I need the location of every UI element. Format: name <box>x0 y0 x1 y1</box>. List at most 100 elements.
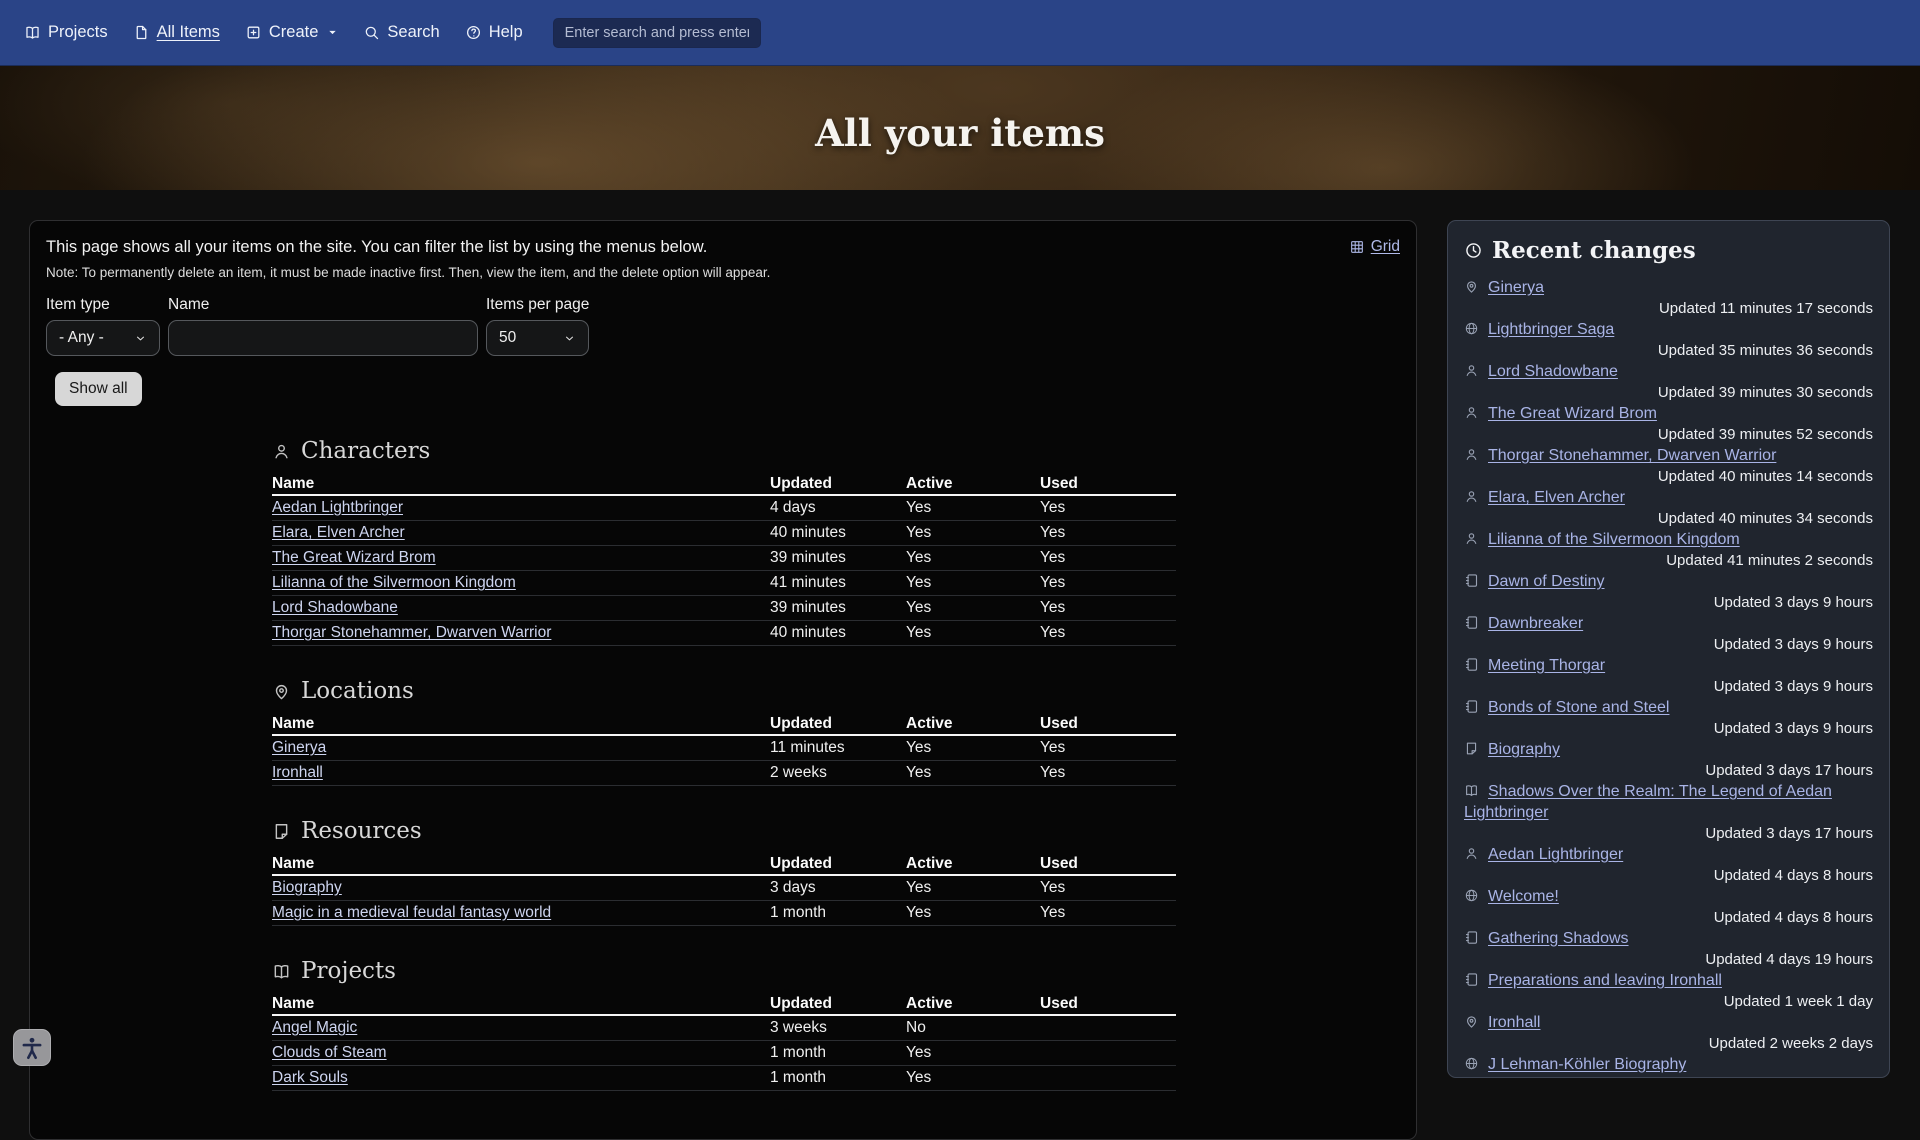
recent-change-item: Welcome!Updated 4 days 8 hours <box>1464 886 1873 928</box>
person-icon <box>1464 447 1479 462</box>
recent-change-link[interactable]: Ginerya <box>1488 279 1544 296</box>
name-filter-input[interactable] <box>168 320 478 356</box>
updated-cell: 2 weeks <box>770 764 906 782</box>
recent-change-item: The Great Wizard Brom Updated 39 minutes … <box>1464 403 1873 445</box>
recent-change-link[interactable]: J Lehman-Köhler Biography <box>1488 1056 1686 1073</box>
used-cell: Yes <box>1040 624 1176 642</box>
recent-change-link[interactable]: Meeting Thorgar <box>1488 657 1605 674</box>
recent-change-updated: Updated 39 minutes 52 seconds <box>1464 424 1873 445</box>
column-header: Updated <box>770 995 906 1013</box>
nav-item-help[interactable]: Help <box>465 23 523 42</box>
active-cell: No <box>906 1019 1040 1037</box>
recent-change-name: Thorgar Stonehammer, Dwarven Warrior <box>1464 445 1873 466</box>
item-link[interactable]: The Great Wizard Brom <box>272 549 436 566</box>
recent-change-link[interactable]: Bonds of Stone and Steel <box>1488 699 1669 716</box>
nav-item-label: Create <box>269 23 319 42</box>
recent-change-link[interactable]: The Great Wizard Brom <box>1488 405 1657 422</box>
item-link[interactable]: Lilianna of the Silvermoon Kingdom <box>272 574 516 591</box>
item-name-cell: Thorgar Stonehammer, Dwarven Warrior <box>272 624 770 642</box>
recent-change-name: Bonds of Stone and Steel <box>1464 697 1873 718</box>
recent-change-link[interactable]: Aedan Lightbringer <box>1488 846 1623 863</box>
active-cell: Yes <box>906 524 1040 542</box>
nav-item-projects[interactable]: Projects <box>24 23 108 42</box>
recent-change-name: Lord Shadowbane <box>1464 361 1873 382</box>
nav-item-label: Help <box>489 23 523 42</box>
nav-item-all-items[interactable]: All Items <box>133 23 220 42</box>
section-title: Projects <box>301 958 396 984</box>
recent-change-link[interactable]: Dawnbreaker <box>1488 615 1583 632</box>
table-row: Aedan Lightbringer4 daysYesYes <box>272 496 1176 521</box>
item-link[interactable]: Magic in a medieval feudal fantasy world <box>272 904 551 921</box>
recent-change-item: Shadows Over the Realm: The Legend of Ae… <box>1464 781 1873 844</box>
item-link[interactable]: Dark Souls <box>272 1069 348 1086</box>
item-link[interactable]: Clouds of Steam <box>272 1044 387 1061</box>
recent-change-item: Aedan LightbringerUpdated 4 days 8 hours <box>1464 844 1873 886</box>
recent-change-updated: Updated 4 days 19 hours <box>1464 949 1873 970</box>
recent-change-item: Elara, Elven ArcherUpdated 40 minutes 34… <box>1464 487 1873 529</box>
item-link[interactable]: Biography <box>272 879 342 896</box>
item-link[interactable]: Ironhall <box>272 764 323 781</box>
column-header: Active <box>906 855 1040 873</box>
caret-down-icon <box>327 27 338 38</box>
item-link[interactable]: Aedan Lightbringer <box>272 499 403 516</box>
recent-change-link[interactable]: Gathering Shadows <box>1488 930 1629 947</box>
item-link[interactable]: Lord Shadowbane <box>272 599 398 616</box>
used-cell: Yes <box>1040 599 1176 617</box>
recent-change-item: J Lehman-Köhler Biography <box>1464 1054 1873 1075</box>
item-link[interactable]: Elara, Elven Archer <box>272 524 405 541</box>
globe-icon <box>1464 888 1479 903</box>
recent-change-link[interactable]: Lightbringer Saga <box>1488 321 1614 338</box>
column-header: Used <box>1040 995 1176 1013</box>
section-title: Locations <box>301 678 414 704</box>
recent-change-link[interactable]: Ironhall <box>1488 1014 1540 1031</box>
nav-item-search[interactable]: Search <box>363 23 439 42</box>
grid-view-link[interactable]: Grid <box>1349 238 1400 256</box>
recent-change-link[interactable]: Elara, Elven Archer <box>1488 489 1625 506</box>
item-link[interactable]: Thorgar Stonehammer, Dwarven Warrior <box>272 624 551 641</box>
nav-item-create[interactable]: Create <box>245 23 339 42</box>
recent-change-link[interactable]: Lilianna of the Silvermoon Kingdom <box>1488 531 1740 548</box>
recent-change-name: Welcome! <box>1464 886 1873 907</box>
active-cell: Yes <box>906 764 1040 782</box>
section-title: Resources <box>301 818 422 844</box>
item-type-label: Item type <box>46 296 160 314</box>
used-cell: Yes <box>1040 524 1176 542</box>
map-pin-icon <box>1464 1014 1479 1029</box>
active-cell: Yes <box>906 599 1040 617</box>
recent-change-link[interactable]: Shadows Over the Realm: The Legend of Ae… <box>1464 783 1832 821</box>
recent-change-link[interactable]: Welcome! <box>1488 888 1559 905</box>
recent-change-link[interactable]: Preparations and leaving Ironhall <box>1488 972 1722 989</box>
filter-bar: Item type - Any - Name Items per page 50 <box>46 296 1400 356</box>
show-all-button[interactable]: Show all <box>55 372 142 406</box>
recent-change-updated: Updated 41 minutes 2 seconds <box>1464 550 1873 571</box>
item-name-cell: Dark Souls <box>272 1069 770 1087</box>
table-row: Dark Souls1 monthYes <box>272 1066 1176 1091</box>
search-input[interactable] <box>553 18 761 48</box>
item-type-select[interactable]: - Any - <box>46 320 160 356</box>
items-per-page-select[interactable]: 50 <box>486 320 589 356</box>
item-link[interactable]: Angel Magic <box>272 1019 357 1036</box>
item-name-cell: The Great Wizard Brom <box>272 549 770 567</box>
recent-change-name: Ginerya <box>1464 277 1873 298</box>
map-pin-icon <box>272 682 291 701</box>
recent-change-link[interactable]: Dawn of Destiny <box>1488 573 1605 590</box>
page-title: All your items <box>815 111 1105 155</box>
item-link[interactable]: Ginerya <box>272 739 326 756</box>
column-header: Name <box>272 995 770 1013</box>
person-icon <box>272 442 291 461</box>
column-header: Used <box>1040 855 1176 873</box>
table-row: The Great Wizard Brom39 minutesYesYes <box>272 546 1176 571</box>
recent-change-name: Preparations and leaving Ironhall <box>1464 970 1873 991</box>
recent-change-name: Ironhall <box>1464 1012 1873 1033</box>
recent-change-link[interactable]: Lord Shadowbane <box>1488 363 1618 380</box>
recent-change-link[interactable]: Thorgar Stonehammer, Dwarven Warrior <box>1488 447 1776 464</box>
person-icon <box>1464 405 1479 420</box>
items-per-page-filter: Items per page 50 <box>486 296 589 356</box>
recent-change-updated: Updated 1 week 1 day <box>1464 991 1873 1012</box>
nav-item-label: All Items <box>157 23 220 42</box>
column-header: Active <box>906 475 1040 493</box>
recent-change-link[interactable]: Biography <box>1488 741 1560 758</box>
accessibility-button[interactable] <box>13 1029 51 1066</box>
search-icon <box>363 24 380 41</box>
hero-banner: All your items <box>0 66 1920 190</box>
